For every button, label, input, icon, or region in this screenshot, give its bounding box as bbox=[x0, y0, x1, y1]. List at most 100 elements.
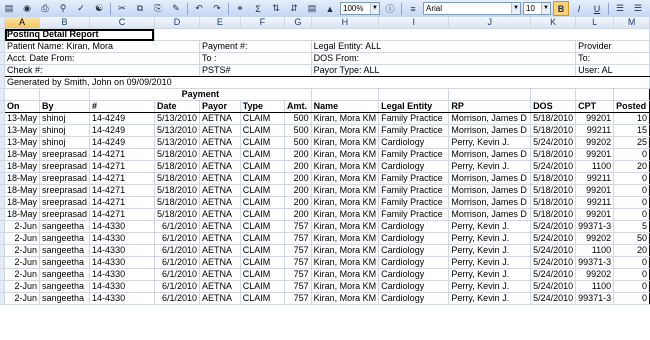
cell-date[interactable]: 5/13/2010 bbox=[153, 112, 201, 125]
cell-cpt[interactable]: 99211 bbox=[575, 124, 615, 137]
cell-date[interactable]: 5/18/2010 bbox=[153, 160, 201, 173]
cell-by[interactable]: sangeetha bbox=[39, 244, 91, 257]
cell-posted[interactable]: 50 bbox=[613, 232, 650, 245]
cell-by[interactable]: sangeetha bbox=[39, 292, 91, 305]
dos-to-cell[interactable]: To: bbox=[575, 52, 650, 65]
cell-payor[interactable]: AETNA bbox=[199, 220, 241, 233]
cell-on[interactable]: 2-Jun bbox=[3, 292, 41, 305]
cell-number[interactable]: 14-4330 bbox=[89, 280, 155, 293]
cell-number[interactable]: 14-4271 bbox=[89, 172, 155, 185]
sort-descending-icon[interactable]: ⇵ bbox=[286, 1, 302, 16]
font-select[interactable]: Arial ▼ bbox=[423, 2, 521, 15]
cell-on[interactable]: 2-Jun bbox=[3, 280, 41, 293]
cell-payor[interactable]: AETNA bbox=[199, 160, 241, 173]
payment-number-cell[interactable]: Payment #: bbox=[199, 40, 312, 53]
cell-legal-entity[interactable]: Cardiology bbox=[378, 280, 450, 293]
cell-name[interactable]: Kiran, Mora KM bbox=[310, 196, 380, 209]
cell-amt[interactable]: 500 bbox=[284, 136, 312, 149]
cell-dos[interactable]: 5/18/2010 bbox=[530, 208, 577, 221]
cell-type[interactable]: CLAIM bbox=[239, 124, 286, 137]
header-name[interactable]: Name bbox=[310, 100, 380, 113]
cell-posted[interactable]: 10 bbox=[613, 112, 650, 125]
cell-payor[interactable]: AETNA bbox=[199, 112, 241, 125]
empty-cell[interactable] bbox=[575, 88, 615, 101]
cell-posted[interactable]: 25 bbox=[613, 136, 650, 149]
cell-name[interactable]: Kiran, Mora KM bbox=[310, 256, 380, 269]
header-legal-entity[interactable]: Legal Entity bbox=[378, 100, 450, 113]
empty-cell[interactable] bbox=[39, 88, 91, 101]
generated-by-cell[interactable]: Generated by Smith, John on 09/09/2010 bbox=[4, 76, 650, 89]
cell-payor[interactable]: AETNA bbox=[199, 292, 241, 305]
cell-date[interactable]: 6/1/2010 bbox=[153, 292, 201, 305]
column-header-d[interactable]: D bbox=[154, 17, 201, 29]
cell-legal-entity[interactable]: Family Practice bbox=[378, 208, 450, 221]
cell-date[interactable]: 6/1/2010 bbox=[153, 244, 201, 257]
cell-amt[interactable]: 757 bbox=[284, 220, 312, 233]
cell-payor[interactable]: AETNA bbox=[199, 244, 241, 257]
cell-dos[interactable]: 5/24/2010 bbox=[530, 292, 577, 305]
cell-name[interactable]: Kiran, Mora KM bbox=[310, 112, 380, 125]
cell-name[interactable]: Kiran, Mora KM bbox=[310, 220, 380, 233]
cell-on[interactable]: 2-Jun bbox=[3, 232, 41, 245]
cell-date[interactable]: 5/18/2010 bbox=[153, 208, 201, 221]
cell-date[interactable]: 6/1/2010 bbox=[153, 280, 201, 293]
cell-cpt[interactable]: 99202 bbox=[575, 136, 615, 149]
cell-dos[interactable]: 5/24/2010 bbox=[530, 160, 577, 173]
cell-legal-entity[interactable]: Cardiology bbox=[378, 292, 450, 305]
cell-amt[interactable]: 757 bbox=[284, 268, 312, 281]
cell-posted[interactable]: 0 bbox=[613, 172, 650, 185]
format-painter-icon[interactable]: ✎ bbox=[168, 1, 184, 16]
font-size-select[interactable]: 10 ▼ bbox=[523, 2, 551, 15]
header-type[interactable]: Type bbox=[239, 100, 286, 113]
italic-button[interactable]: I bbox=[571, 1, 587, 16]
header-on[interactable]: On bbox=[3, 100, 41, 113]
cell-rp[interactable]: Morrison, James D bbox=[448, 172, 532, 185]
cell-posted[interactable]: 0 bbox=[613, 184, 650, 197]
cell-date[interactable]: 6/1/2010 bbox=[153, 268, 201, 281]
cell-by[interactable]: sreeprasad bbox=[39, 160, 91, 173]
cell-type[interactable]: CLAIM bbox=[239, 136, 286, 149]
cell-on[interactable]: 18-May bbox=[3, 184, 41, 197]
cell-payor[interactable]: AETNA bbox=[199, 184, 241, 197]
cell-cpt[interactable]: 99371-3 bbox=[575, 256, 615, 269]
cell-date[interactable]: 6/1/2010 bbox=[153, 232, 201, 245]
cell-posted[interactable]: 0 bbox=[613, 280, 650, 293]
cell-cpt[interactable]: 99211 bbox=[575, 196, 615, 209]
cell-by[interactable]: sangeetha bbox=[39, 268, 91, 281]
cell-number[interactable]: 14-4249 bbox=[89, 136, 155, 149]
cell-rp[interactable]: Perry, Kevin J. bbox=[448, 220, 532, 233]
cell-name[interactable]: Kiran, Mora KM bbox=[310, 244, 380, 257]
align-center-icon[interactable]: ☰ bbox=[630, 1, 646, 16]
cell-number[interactable]: 14-4330 bbox=[89, 220, 155, 233]
autosum-icon[interactable]: Σ bbox=[250, 1, 266, 16]
cell-rp[interactable]: Morrison, James D bbox=[448, 184, 532, 197]
cell-name[interactable]: Kiran, Mora KM bbox=[310, 136, 380, 149]
cell-rp[interactable]: Perry, Kevin J. bbox=[448, 268, 532, 281]
header-dos[interactable]: DOS bbox=[530, 100, 577, 113]
cell-number[interactable]: 14-4330 bbox=[89, 232, 155, 245]
cell-dos[interactable]: 5/18/2010 bbox=[530, 196, 577, 209]
cell-number[interactable]: 14-4330 bbox=[89, 292, 155, 305]
cell-type[interactable]: CLAIM bbox=[239, 292, 286, 305]
header-amt[interactable]: Amt. bbox=[284, 100, 312, 113]
cell-dos[interactable]: 5/24/2010 bbox=[530, 220, 577, 233]
header-rp[interactable]: RP bbox=[448, 100, 532, 113]
cell-posted[interactable]: 0 bbox=[613, 148, 650, 161]
cell-amt[interactable]: 200 bbox=[284, 148, 312, 161]
cell-legal-entity[interactable]: Cardiology bbox=[378, 232, 450, 245]
cell-by[interactable]: shinoj bbox=[39, 136, 91, 149]
permission-icon[interactable]: ◉ bbox=[19, 1, 35, 16]
cell-legal-entity[interactable]: Family Practice bbox=[378, 112, 450, 125]
cell-rp[interactable]: Morrison, James D bbox=[448, 124, 532, 137]
cell-payor[interactable]: AETNA bbox=[199, 124, 241, 137]
cell-legal-entity[interactable]: Cardiology bbox=[378, 256, 450, 269]
cell-by[interactable]: sangeetha bbox=[39, 220, 91, 233]
cell-amt[interactable]: 200 bbox=[284, 208, 312, 221]
to-cell[interactable]: To : bbox=[199, 52, 312, 65]
cell-dos[interactable]: 5/18/2010 bbox=[530, 172, 577, 185]
help-icon[interactable]: ⓘ bbox=[382, 1, 398, 16]
header-payor[interactable]: Payor bbox=[199, 100, 241, 113]
cell-date[interactable]: 5/18/2010 bbox=[153, 148, 201, 161]
cell-dos[interactable]: 5/18/2010 bbox=[530, 184, 577, 197]
cell-type[interactable]: CLAIM bbox=[239, 172, 286, 185]
